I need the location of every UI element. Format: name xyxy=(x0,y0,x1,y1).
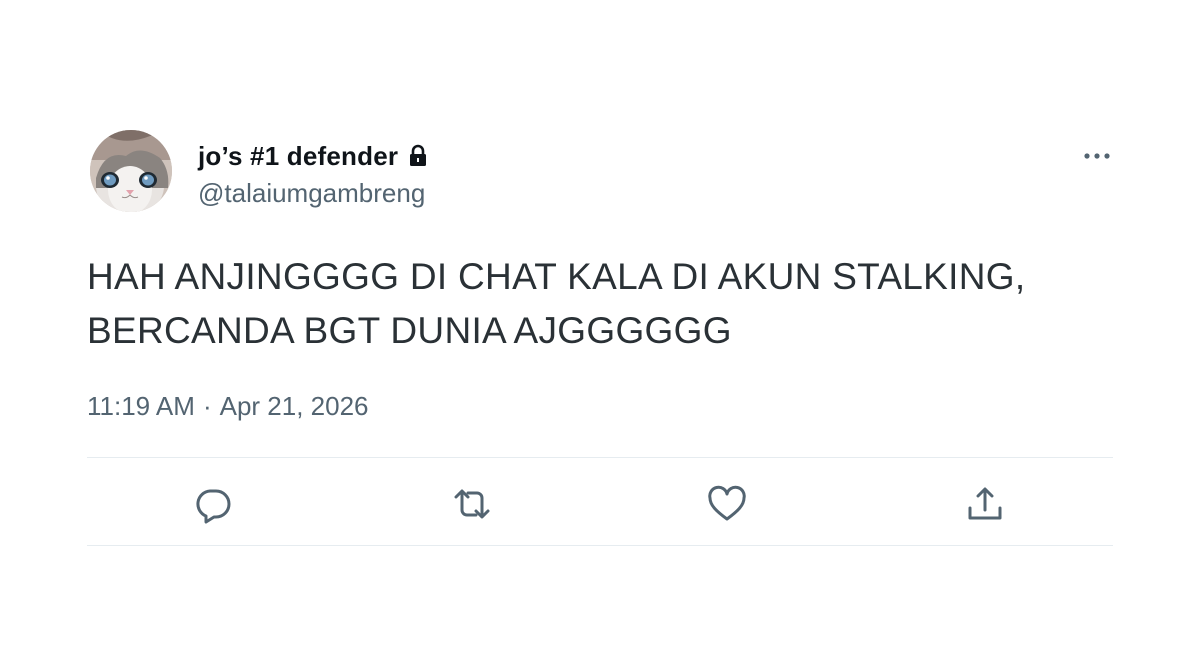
retweet-button[interactable] xyxy=(450,482,494,526)
share-button[interactable] xyxy=(963,482,1007,526)
tweet-time[interactable]: 11:19 AM xyxy=(87,389,195,423)
divider-bottom xyxy=(87,545,1113,546)
tweet-text: HAH ANJINGGGG DI CHAT KALA DI AKUN STALK… xyxy=(87,250,1113,358)
avatar[interactable] xyxy=(90,130,172,212)
lock-icon xyxy=(410,144,427,166)
retweet-icon xyxy=(454,489,490,519)
divider-top xyxy=(87,457,1113,458)
timestamp-separator: · xyxy=(202,391,212,421)
more-icon xyxy=(1084,153,1110,159)
cat-photo-avatar xyxy=(90,130,172,212)
share-icon xyxy=(968,487,1002,520)
reply-icon xyxy=(196,489,231,524)
author-handle[interactable]: @talaiumgambreng xyxy=(198,176,425,210)
timestamp: 11:19 AM · Apr 21, 2026 xyxy=(87,389,369,423)
reply-button[interactable] xyxy=(191,482,235,526)
more-button[interactable] xyxy=(1079,138,1115,174)
author-name-row: jo’s #1 defender xyxy=(198,139,428,173)
like-icon xyxy=(708,485,746,521)
display-name[interactable]: jo’s #1 defender xyxy=(198,139,398,173)
tweet-text-line: HAH ANJINGGGG DI CHAT KALA DI AKUN STALK… xyxy=(87,256,1026,297)
tweet-date[interactable]: Apr 21, 2026 xyxy=(220,389,369,423)
tweet-card: jo’s #1 defender @talaiumgambreng HAH AN… xyxy=(87,0,1113,655)
like-button[interactable] xyxy=(705,482,749,526)
tweet-text-line: BERCANDA BGT DUNIA AJGGGGGG xyxy=(87,310,732,351)
